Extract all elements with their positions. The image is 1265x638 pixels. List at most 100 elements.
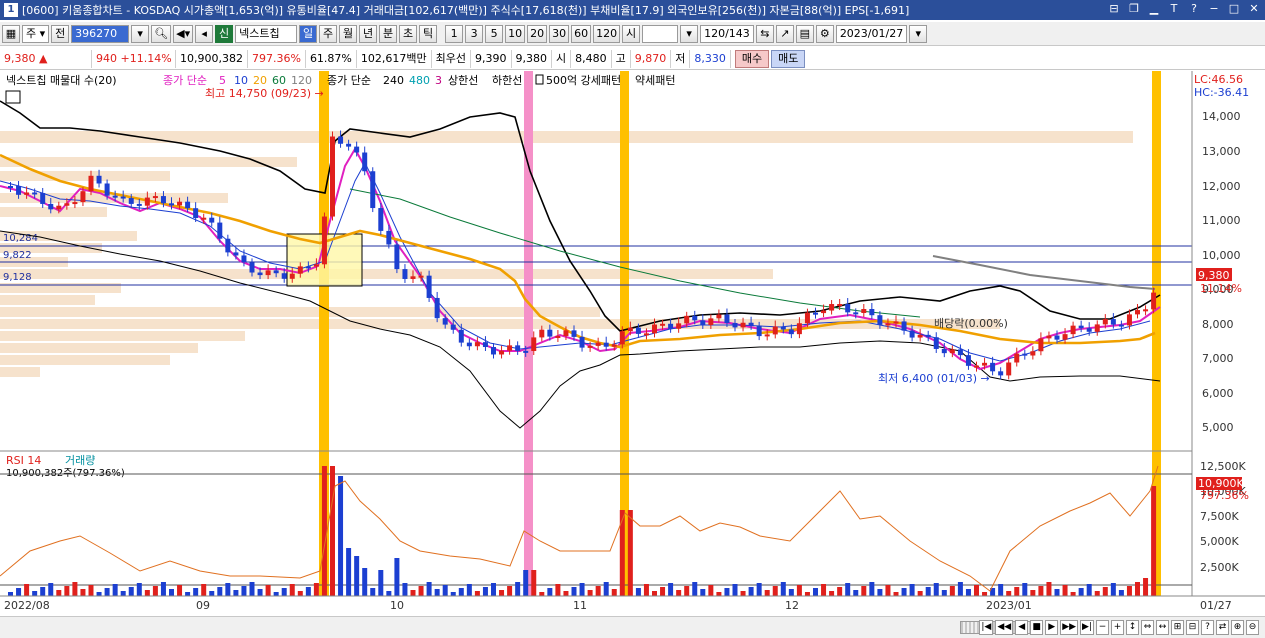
interval-5[interactable]: 5 bbox=[485, 24, 504, 43]
volume-bar bbox=[1054, 589, 1060, 596]
nav-control-2[interactable]: ◀ bbox=[1015, 620, 1029, 635]
candle bbox=[547, 329, 553, 337]
period-button-month[interactable]: 월 bbox=[339, 24, 358, 43]
period-button-day[interactable]: 일 bbox=[299, 24, 318, 43]
candle bbox=[635, 327, 641, 334]
volume-bar bbox=[700, 589, 706, 596]
candle bbox=[426, 275, 432, 298]
candle bbox=[72, 202, 78, 205]
draw-icon[interactable]: ↗ bbox=[775, 24, 794, 43]
candle bbox=[515, 345, 521, 351]
close-icon[interactable]: ✕ bbox=[1247, 2, 1261, 16]
volume-bar bbox=[313, 583, 319, 596]
candle bbox=[297, 266, 303, 274]
volume-bar bbox=[1070, 592, 1076, 596]
grid-icon[interactable]: ▤ bbox=[795, 24, 814, 43]
legend-ma20: 20 bbox=[253, 74, 267, 87]
period-select[interactable]: 주 ▾ bbox=[22, 24, 50, 43]
nav-control-13[interactable]: ⊟ bbox=[1186, 620, 1199, 635]
nav-control-9[interactable]: ↕ bbox=[1126, 620, 1139, 635]
nav-control-15[interactable]: ⇄ bbox=[1216, 620, 1229, 635]
nav-control-14[interactable]: ? bbox=[1201, 620, 1214, 635]
buy-button[interactable]: 매수 bbox=[734, 49, 770, 68]
chart-area[interactable]: 10,284 9,822 9,128 최고 14,750 (09/23) → 최… bbox=[0, 71, 1265, 616]
nav-control-11[interactable]: ↔ bbox=[1156, 620, 1169, 635]
candle bbox=[112, 195, 118, 198]
nav-control-7[interactable]: − bbox=[1096, 620, 1109, 635]
candle bbox=[144, 197, 150, 206]
candle bbox=[8, 186, 13, 188]
period-button-year[interactable]: 년 bbox=[359, 24, 378, 43]
nav-control-16[interactable]: ⊕ bbox=[1231, 620, 1244, 635]
interval-30[interactable]: 30 bbox=[549, 24, 570, 43]
text-icon[interactable]: T bbox=[1167, 2, 1181, 16]
candle bbox=[877, 315, 883, 325]
maximize-icon[interactable]: □ bbox=[1227, 2, 1241, 16]
candle bbox=[531, 337, 537, 352]
nav-control-12[interactable]: ⊞ bbox=[1171, 620, 1184, 635]
prev-stock-icon[interactable]: ◂ bbox=[195, 24, 214, 43]
volume-bar bbox=[249, 582, 255, 596]
volume-bar bbox=[112, 584, 118, 596]
nav-control-5[interactable]: ▶▶ bbox=[1060, 620, 1079, 635]
chart-svg[interactable]: 10,284 9,822 9,128 최고 14,750 (09/23) → 최… bbox=[0, 71, 1265, 616]
period-button-week[interactable]: 주 bbox=[319, 24, 338, 43]
volume-bar bbox=[885, 585, 891, 596]
code-dropdown-icon[interactable]: ▾ bbox=[131, 24, 150, 43]
minimize-icon[interactable]: ▁ bbox=[1147, 2, 1161, 16]
period-button-tick[interactable]: 틱 bbox=[419, 24, 438, 43]
speaker-icon[interactable]: ◀▾ bbox=[173, 24, 194, 43]
custom-interval-input[interactable] bbox=[642, 24, 679, 43]
candle bbox=[965, 355, 971, 366]
help-icon[interactable]: ? bbox=[1187, 2, 1201, 16]
layout-icon[interactable]: ▦ bbox=[2, 24, 20, 43]
minimize-window-icon[interactable]: − bbox=[1207, 2, 1221, 16]
volume-bar bbox=[1078, 588, 1084, 596]
interval-60[interactable]: 60 bbox=[571, 24, 592, 43]
interval-20[interactable]: 20 bbox=[527, 24, 548, 43]
interval-3[interactable]: 3 bbox=[465, 24, 484, 43]
period-button-minute[interactable]: 분 bbox=[379, 24, 398, 43]
date-dropdown-icon[interactable]: ▾ bbox=[909, 24, 928, 43]
interval-120[interactable]: 120 bbox=[593, 24, 621, 43]
volume-bar bbox=[338, 476, 344, 596]
nav-control-6[interactable]: ▶| bbox=[1080, 620, 1094, 635]
candle bbox=[885, 323, 891, 326]
high-value: 9,870 bbox=[631, 49, 672, 68]
legend-volume: 거래량 bbox=[65, 454, 95, 467]
interval-10[interactable]: 10 bbox=[505, 24, 526, 43]
nav-control-8[interactable]: + bbox=[1111, 620, 1124, 635]
candle bbox=[780, 326, 786, 330]
interval-1[interactable]: 1 bbox=[445, 24, 464, 43]
date-input[interactable]: 2023/01/27 bbox=[835, 24, 908, 43]
price-change-value: 940 bbox=[96, 51, 117, 65]
volume-bar bbox=[684, 586, 690, 596]
count-display[interactable]: 120/143 bbox=[700, 24, 754, 43]
sell-button[interactable]: 매도 bbox=[771, 49, 806, 68]
candle bbox=[1070, 325, 1076, 335]
compare-icon[interactable]: ⇆ bbox=[755, 24, 774, 43]
settings-icon[interactable]: ⚙ bbox=[815, 24, 834, 43]
candle bbox=[796, 323, 802, 335]
candle bbox=[861, 308, 867, 314]
volume-bar bbox=[1126, 586, 1132, 596]
search-icon[interactable]: 🔍︎ bbox=[151, 24, 172, 43]
custom-interval-dropdown-icon[interactable]: ▾ bbox=[680, 24, 699, 43]
price-change: 940 +11.14% bbox=[92, 49, 176, 68]
nav-control-10[interactable]: ⇔ bbox=[1141, 620, 1154, 635]
nav-control-3[interactable]: ■ bbox=[1030, 620, 1044, 635]
candle bbox=[1094, 324, 1100, 332]
restore-icon[interactable]: ❐ bbox=[1127, 2, 1141, 16]
nav-control-0[interactable]: |◀ bbox=[979, 620, 994, 635]
jeon-button[interactable]: 전 bbox=[51, 24, 70, 43]
volume-bar bbox=[1151, 486, 1157, 596]
nav-control-1[interactable]: ◀◀ bbox=[995, 620, 1014, 635]
stock-code-input[interactable]: 396270 bbox=[71, 24, 130, 43]
link-icon[interactable]: ⊟ bbox=[1107, 2, 1121, 16]
nav-control-4[interactable]: ▶ bbox=[1045, 620, 1059, 635]
calculator-icon[interactable] bbox=[5, 90, 21, 104]
volume-bar bbox=[394, 558, 400, 596]
period-button-second[interactable]: 초 bbox=[399, 24, 418, 43]
nav-control-17[interactable]: ⊖ bbox=[1246, 620, 1259, 635]
candle bbox=[80, 191, 86, 203]
